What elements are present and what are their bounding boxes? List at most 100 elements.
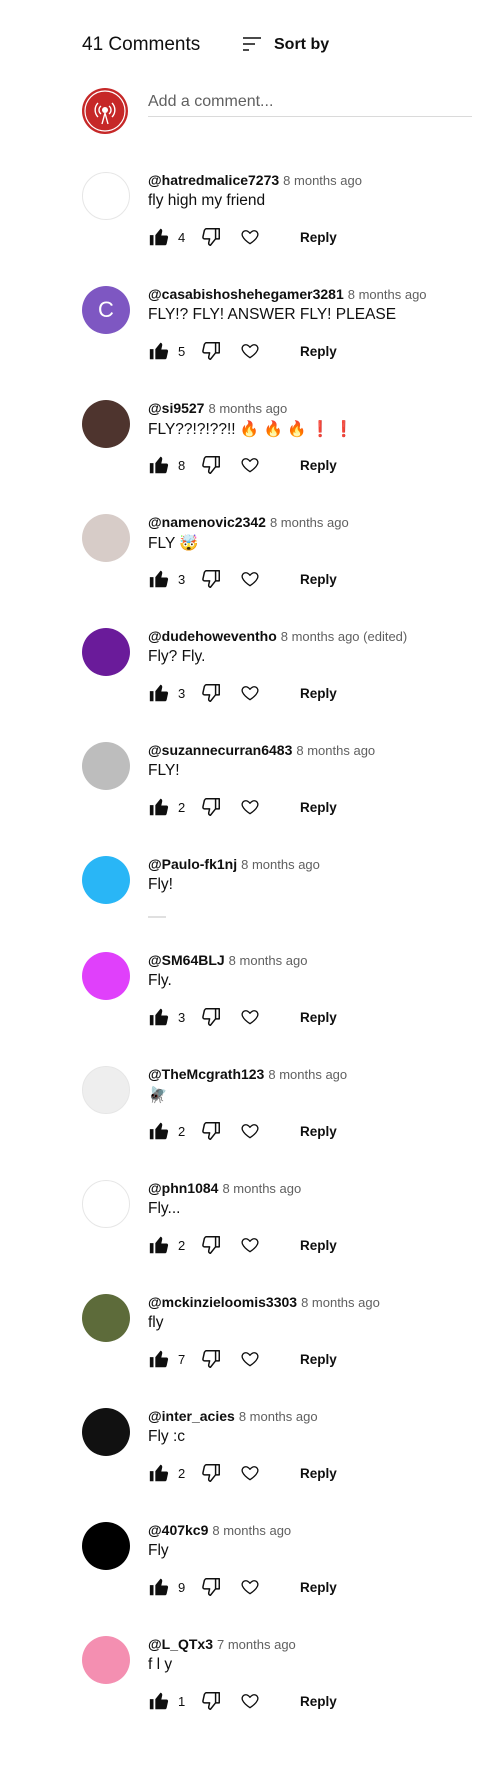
- dislike-button[interactable]: [200, 568, 222, 590]
- comment-author[interactable]: @L_QTx3: [148, 1636, 213, 1652]
- like-button[interactable]: [148, 1006, 170, 1028]
- heart-button[interactable]: [240, 1007, 260, 1027]
- comment-time[interactable]: 8 months ago: [270, 515, 349, 530]
- heart-button[interactable]: [240, 569, 260, 589]
- comment-author[interactable]: @SM64BLJ: [148, 952, 225, 968]
- comment-time[interactable]: 8 months ago: [222, 1181, 301, 1196]
- comment-time[interactable]: 8 months ago: [283, 173, 362, 188]
- like-button[interactable]: [148, 1120, 170, 1142]
- like-button[interactable]: [148, 454, 170, 476]
- dislike-button[interactable]: [200, 1576, 222, 1598]
- commenter-avatar[interactable]: [82, 952, 130, 1000]
- heart-button[interactable]: [240, 797, 260, 817]
- reply-button[interactable]: Reply: [300, 1238, 337, 1253]
- commenter-avatar[interactable]: [82, 172, 130, 220]
- dislike-button[interactable]: [200, 1234, 222, 1256]
- like-button[interactable]: [148, 1462, 170, 1484]
- comment-time[interactable]: 8 months ago: [301, 1295, 380, 1310]
- sort-button[interactable]: Sort by: [240, 30, 329, 60]
- reply-button[interactable]: Reply: [300, 1580, 337, 1595]
- heart-button[interactable]: [240, 227, 260, 247]
- reply-button[interactable]: Reply: [300, 230, 337, 245]
- heart-button[interactable]: [240, 341, 260, 361]
- dislike-button[interactable]: [200, 454, 222, 476]
- comment-author[interactable]: @407kc9: [148, 1522, 208, 1538]
- comment-time[interactable]: 8 months ago: [212, 1523, 291, 1538]
- commenter-avatar[interactable]: [82, 400, 130, 448]
- dislike-button[interactable]: [200, 1462, 222, 1484]
- thumbs-down-icon: [202, 342, 220, 360]
- dislike-button[interactable]: [200, 682, 222, 704]
- reply-button[interactable]: Reply: [300, 572, 337, 587]
- heart-button[interactable]: [240, 1349, 260, 1369]
- commenter-avatar[interactable]: [82, 1294, 130, 1342]
- reply-button[interactable]: Reply: [300, 1010, 337, 1025]
- like-button[interactable]: [148, 1348, 170, 1370]
- heart-button[interactable]: [240, 1463, 260, 1483]
- like-button[interactable]: [148, 568, 170, 590]
- reply-button[interactable]: Reply: [300, 1466, 337, 1481]
- commenter-avatar[interactable]: [82, 1066, 130, 1114]
- commenter-avatar[interactable]: [82, 514, 130, 562]
- like-count: 2: [178, 1123, 186, 1139]
- comment-author[interactable]: @hatredmalice7273: [148, 172, 279, 188]
- like-button[interactable]: [148, 682, 170, 704]
- heart-button[interactable]: [240, 683, 260, 703]
- reply-button[interactable]: Reply: [300, 1352, 337, 1367]
- comment-time[interactable]: 8 months ago: [208, 401, 287, 416]
- dislike-button[interactable]: [200, 340, 222, 362]
- commenter-avatar[interactable]: [82, 1180, 130, 1228]
- comment-time[interactable]: 8 months ago: [296, 743, 375, 758]
- comment-author[interactable]: @phn1084: [148, 1180, 218, 1196]
- like-button[interactable]: [148, 226, 170, 248]
- commenter-avatar[interactable]: [82, 1636, 130, 1684]
- comment-author[interactable]: @mckinzieloomis3303: [148, 1294, 297, 1310]
- comment-author[interactable]: @TheMcgrath123: [148, 1066, 264, 1082]
- dislike-button[interactable]: [200, 1120, 222, 1142]
- comment-author[interactable]: @suzannecurran6483: [148, 742, 292, 758]
- like-button[interactable]: [148, 1576, 170, 1598]
- add-comment-input[interactable]: [148, 88, 472, 117]
- commenter-avatar[interactable]: C: [82, 286, 130, 334]
- dislike-button[interactable]: [200, 1348, 222, 1370]
- commenter-avatar[interactable]: [82, 742, 130, 790]
- commenter-avatar[interactable]: [82, 628, 130, 676]
- reply-button[interactable]: Reply: [300, 800, 337, 815]
- dislike-button[interactable]: [200, 796, 222, 818]
- comment-time[interactable]: 8 months ago: [229, 953, 308, 968]
- comment-time[interactable]: 8 months ago: [268, 1067, 347, 1082]
- comment-time[interactable]: 8 months ago: [239, 1409, 318, 1424]
- comment-time[interactable]: 8 months ago (edited): [281, 629, 407, 644]
- heart-button[interactable]: [240, 1235, 260, 1255]
- comment-time[interactable]: 8 months ago: [241, 857, 320, 872]
- commenter-avatar[interactable]: [82, 1408, 130, 1456]
- comment-author[interactable]: @namenovic2342: [148, 514, 266, 530]
- comment-time[interactable]: 8 months ago: [348, 287, 427, 302]
- dislike-button[interactable]: [200, 1690, 222, 1712]
- heart-button[interactable]: [240, 1577, 260, 1597]
- comment-author[interactable]: @inter_acies: [148, 1408, 235, 1424]
- like-button[interactable]: [148, 1234, 170, 1256]
- comment-time[interactable]: 7 months ago: [217, 1637, 296, 1652]
- reply-button[interactable]: Reply: [300, 686, 337, 701]
- like-button[interactable]: [148, 340, 170, 362]
- reply-button[interactable]: Reply: [300, 1124, 337, 1139]
- like-count: 5: [178, 343, 186, 359]
- comment-author[interactable]: @si9527: [148, 400, 204, 416]
- comment-author[interactable]: @Paulo-fk1nj: [148, 856, 237, 872]
- comment-item: @TheMcgrath123 8 months ago 🪰 2 Reply: [82, 1066, 482, 1166]
- dislike-button[interactable]: [200, 226, 222, 248]
- dislike-button[interactable]: [200, 1006, 222, 1028]
- reply-button[interactable]: Reply: [300, 344, 337, 359]
- heart-button[interactable]: [240, 1691, 260, 1711]
- heart-button[interactable]: [240, 1121, 260, 1141]
- reply-button[interactable]: Reply: [300, 458, 337, 473]
- commenter-avatar[interactable]: [82, 856, 130, 904]
- like-button[interactable]: [148, 796, 170, 818]
- heart-button[interactable]: [240, 455, 260, 475]
- comment-author[interactable]: @dudehoweventho: [148, 628, 277, 644]
- comment-author[interactable]: @casabishoshehegamer3281: [148, 286, 344, 302]
- commenter-avatar[interactable]: [82, 1522, 130, 1570]
- like-button[interactable]: [148, 1690, 170, 1712]
- reply-button[interactable]: Reply: [300, 1694, 337, 1709]
